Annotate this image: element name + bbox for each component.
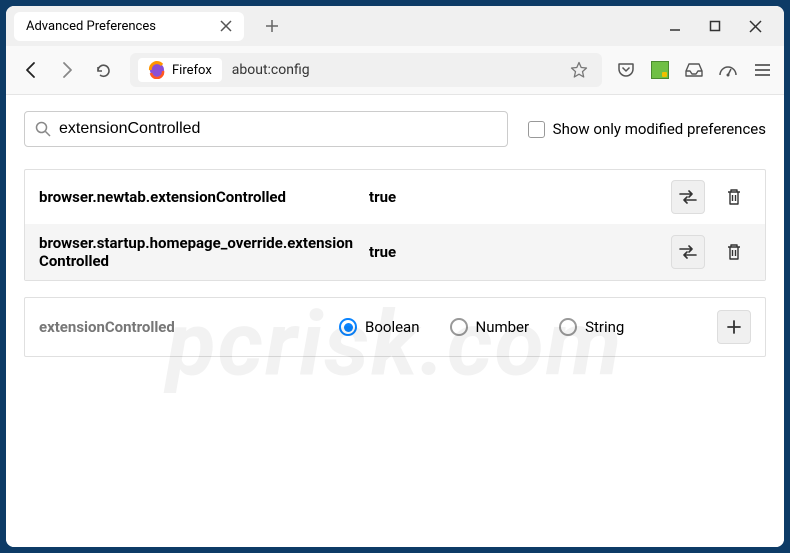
radio-icon [450, 318, 468, 336]
pref-value: true [369, 243, 661, 261]
pref-key: browser.newtab.extensionControlled [39, 188, 359, 206]
search-row: Show only modified preferences [24, 111, 766, 147]
url-text: about:config [232, 62, 564, 78]
about-config-content: pcrisk.com Show only modified preference… [6, 95, 784, 547]
inbox-icon[interactable] [682, 58, 706, 82]
radio-icon [559, 318, 577, 336]
window-controls [669, 20, 776, 33]
toggle-button[interactable] [671, 235, 705, 269]
add-row: extensionControlled Boolean Number Strin… [25, 298, 765, 356]
identity-label: Firefox [172, 63, 212, 78]
search-icon [35, 121, 51, 137]
tab-title: Advanced Preferences [26, 19, 156, 34]
dashboard-icon[interactable] [716, 58, 740, 82]
toggle-button[interactable] [671, 180, 705, 214]
new-tab-button[interactable] [256, 14, 288, 38]
site-identity[interactable]: Firefox [138, 58, 222, 82]
toolbar-icons [614, 58, 774, 82]
radio-label: Boolean [365, 318, 420, 336]
address-bar[interactable]: Firefox about:config [130, 53, 602, 87]
pref-row: browser.newtab.extensionControlled true [25, 170, 765, 224]
radio-number[interactable]: Number [450, 318, 530, 336]
tab-active[interactable]: Advanced Preferences [14, 12, 244, 41]
radio-boolean[interactable]: Boolean [339, 318, 420, 336]
firefox-logo-icon [148, 61, 166, 79]
preferences-table: browser.newtab.extensionControlled true … [24, 169, 766, 281]
show-modified-checkbox[interactable]: Show only modified preferences [528, 120, 766, 138]
bookmark-star-icon[interactable] [564, 61, 594, 79]
navigation-toolbar: Firefox about:config [6, 46, 784, 95]
delete-button[interactable] [717, 235, 751, 269]
reload-button[interactable] [88, 55, 118, 85]
search-box[interactable] [24, 111, 508, 147]
pref-value: true [369, 188, 661, 206]
radio-label: Number [476, 318, 530, 336]
menu-icon[interactable] [750, 58, 774, 82]
browser-window: Advanced Preferences [6, 6, 784, 547]
close-tab-icon[interactable] [220, 20, 232, 32]
extension-icon[interactable] [648, 58, 672, 82]
radio-label: String [585, 318, 624, 336]
pref-key: browser.startup.homepage_override.extens… [39, 234, 359, 270]
checkbox-icon [528, 121, 545, 138]
delete-button[interactable] [717, 180, 751, 214]
add-key: extensionControlled [39, 318, 329, 336]
close-window-button[interactable] [749, 20, 762, 33]
back-button[interactable] [16, 55, 46, 85]
radio-string[interactable]: String [559, 318, 624, 336]
maximize-button[interactable] [709, 20, 721, 33]
type-radio-group: Boolean Number String [339, 318, 707, 336]
pref-row: browser.startup.homepage_override.extens… [25, 224, 765, 280]
checkbox-label: Show only modified preferences [553, 120, 766, 138]
tab-bar: Advanced Preferences [6, 6, 784, 46]
minimize-button[interactable] [669, 20, 681, 33]
forward-button[interactable] [52, 55, 82, 85]
pocket-icon[interactable] [614, 58, 638, 82]
add-preference-table: extensionControlled Boolean Number Strin… [24, 297, 766, 357]
radio-icon [339, 318, 357, 336]
add-button[interactable] [717, 310, 751, 344]
search-input[interactable] [59, 120, 497, 138]
